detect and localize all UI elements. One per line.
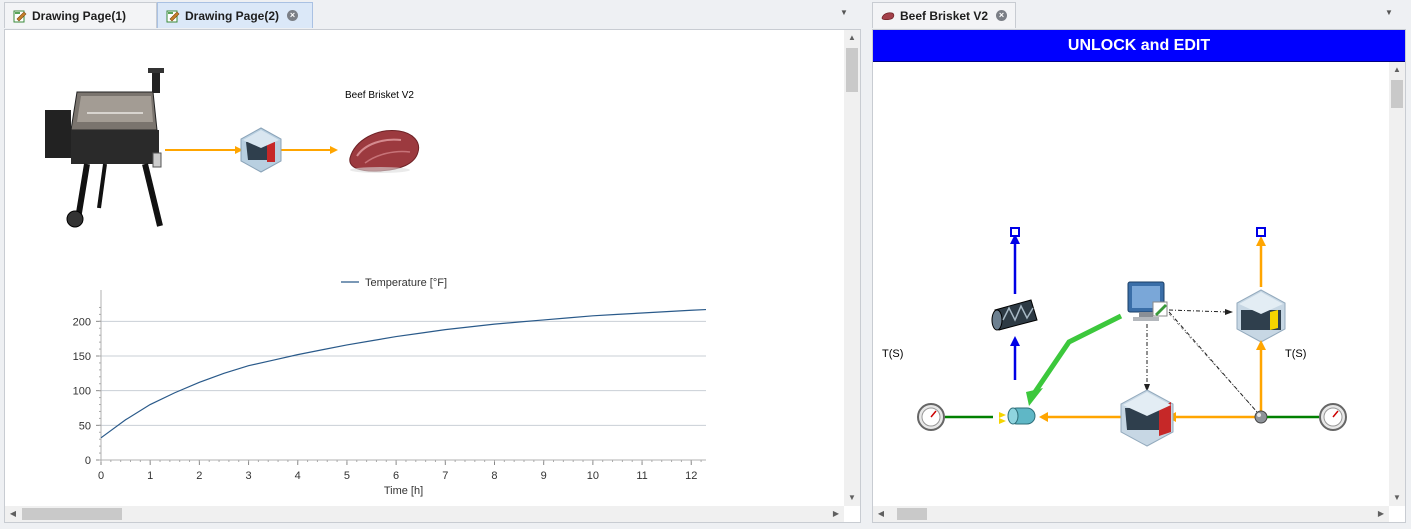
left-tabstrip: Drawing Page(1) Drawing Page(2) × ▼	[0, 0, 860, 28]
x-tick-label: 0	[98, 470, 104, 482]
temperature-sensor-gauge-icon[interactable]	[1319, 403, 1347, 431]
unit-operation-diagram	[917, 227, 1347, 447]
heater-unit-icon[interactable]	[1236, 289, 1286, 343]
flowsheet-drawing	[45, 68, 420, 228]
tab-drawing-page-2[interactable]: Drawing Page(2) ×	[157, 2, 313, 28]
y-tick-label: 150	[73, 351, 91, 363]
tab-label: Beef Brisket V2	[900, 8, 989, 23]
close-tab-icon[interactable]: ×	[287, 10, 299, 21]
beef-brisket-icon[interactable]	[349, 130, 420, 173]
x-tick-label: 1	[147, 470, 153, 482]
x-tick-label: 3	[245, 470, 251, 482]
heater-unit-icon[interactable]	[240, 127, 282, 173]
x-tick-label: 12	[685, 470, 697, 482]
drawing-page-canvas[interactable]: Beef Brisket V2 0 50 100 150 200 0 1 2 3 4 5 6 7 8 9 10…	[4, 29, 861, 523]
right-vertical-scrollbar[interactable]: ▲ ▼	[1389, 62, 1405, 506]
scroll-up-arrow-icon[interactable]: ▲	[844, 30, 860, 46]
vertical-scroll-thumb[interactable]	[846, 48, 858, 92]
mixer-node-icon[interactable]	[1254, 410, 1268, 424]
x-tick-label: 7	[442, 470, 448, 482]
temperature-chart: 0501001502000 1 2 3 4 5 6 7 8 9 10 11 12Time [h]Temp…	[73, 277, 707, 497]
y-tick-label: 100	[73, 386, 91, 398]
x-axis-label: Time [h]	[384, 485, 423, 497]
conveyor-icon[interactable]	[991, 299, 1038, 331]
x-tick-label: 2	[196, 470, 202, 482]
horizontal-scroll-thumb[interactable]	[22, 508, 122, 520]
scroll-up-arrow-icon[interactable]: ▲	[1389, 62, 1405, 78]
temperature-sensor-gauge-icon[interactable]	[917, 403, 945, 431]
tab-drawing-page-1[interactable]: Drawing Page(1)	[4, 2, 157, 28]
scroll-right-arrow-icon[interactable]: ▶	[828, 506, 844, 522]
x-tick-label: 5	[344, 470, 350, 482]
object-diagram-pane[interactable]: UNLOCK and EDIT T(S) T(S) ▲ ▼ ◀ ▶	[872, 29, 1406, 523]
x-tick-label: 4	[295, 470, 301, 482]
tab-label: Drawing Page(1)	[32, 8, 127, 23]
unlock-edit-banner[interactable]: UNLOCK and EDIT	[873, 30, 1405, 62]
x-tick-label: 6	[393, 470, 399, 482]
outlet-port-icon[interactable]	[1010, 227, 1020, 237]
sensor-label-left: T(S)	[882, 348, 904, 360]
scroll-down-arrow-icon[interactable]: ▼	[1389, 490, 1405, 506]
smoker-grill-icon[interactable]	[45, 68, 164, 228]
legend-label: Temperature [°F]	[365, 277, 447, 289]
close-tab-icon[interactable]: ×	[996, 10, 1008, 21]
y-tick-label: 50	[79, 420, 91, 432]
controller-computer-icon[interactable]	[1127, 281, 1168, 321]
tab-label: Drawing Page(2)	[185, 8, 280, 23]
tab-beef-brisket-v2[interactable]: Beef Brisket V2 ×	[872, 2, 1016, 28]
horizontal-scroll-thumb[interactable]	[897, 508, 927, 520]
y-tick-label: 0	[85, 455, 91, 467]
scroll-down-arrow-icon[interactable]: ▼	[844, 490, 860, 506]
sensor-label-right: T(S)	[1285, 348, 1307, 360]
tab-list-dropdown-icon[interactable]: ▼	[1383, 8, 1395, 20]
x-tick-label: 10	[587, 470, 599, 482]
x-tick-label: 9	[541, 470, 547, 482]
brisket-tab-icon	[881, 9, 895, 23]
scroll-left-arrow-icon[interactable]: ◀	[5, 506, 21, 522]
drawing-page-icon	[166, 9, 180, 23]
x-tick-label: 8	[491, 470, 497, 482]
cylinder-unit-icon[interactable]	[999, 407, 1036, 425]
outlet-port-icon[interactable]	[1256, 227, 1266, 237]
scroll-left-arrow-icon[interactable]: ◀	[873, 506, 889, 522]
vertical-scroll-thumb[interactable]	[1391, 80, 1403, 108]
series-line	[100, 308, 707, 439]
tab-list-dropdown-icon[interactable]: ▼	[838, 8, 850, 20]
drawing-page-icon	[13, 9, 27, 23]
heat-exchanger-icon[interactable]	[1120, 389, 1174, 447]
left-horizontal-scrollbar[interactable]: ◀ ▶	[5, 506, 844, 522]
right-tabstrip: Beef Brisket V2 × ▼	[868, 0, 1411, 28]
scroll-right-arrow-icon[interactable]: ▶	[1373, 506, 1389, 522]
right-horizontal-scrollbar[interactable]: ◀ ▶	[873, 506, 1389, 522]
brisket-label: Beef Brisket V2	[345, 90, 414, 101]
y-tick-label: 200	[73, 316, 91, 328]
x-tick-label: 11	[636, 470, 647, 482]
left-vertical-scrollbar[interactable]: ▲ ▼	[844, 30, 860, 506]
